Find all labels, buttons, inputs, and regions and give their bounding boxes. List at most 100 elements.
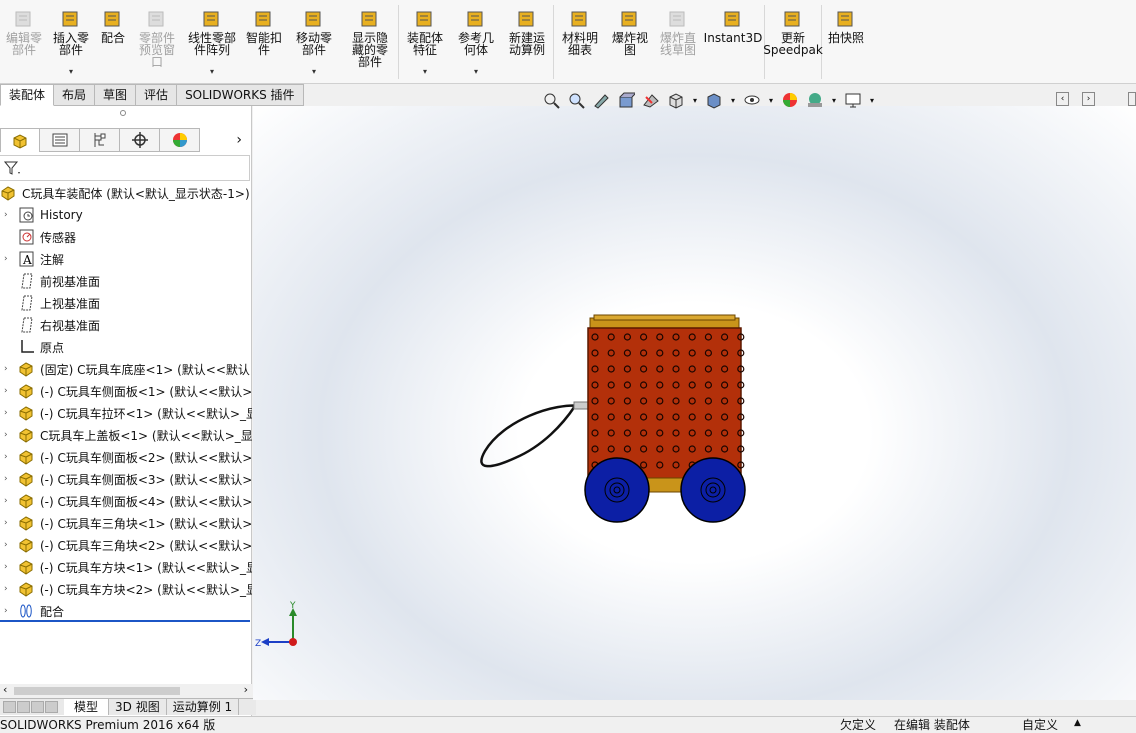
tree-root-assembly[interactable]: C玩具车装配体 (默认<默认_显示状态-1>) [0, 182, 252, 204]
previous-view-button[interactable] [590, 90, 612, 110]
property-manager-tab[interactable] [40, 128, 80, 152]
ribbon-dropdown-arrow[interactable]: ▾ [474, 67, 478, 76]
expand-arrow-icon[interactable]: › [4, 540, 14, 550]
scroll-thumb[interactable] [14, 687, 180, 695]
close-window-button[interactable] [1128, 92, 1136, 106]
scene-dropdown[interactable]: ▾ [829, 90, 839, 110]
expand-arrow-icon[interactable]: › [4, 452, 14, 462]
ribbon-button-2[interactable]: 插入零 部件 ▾ [48, 0, 94, 84]
view-settings-button[interactable] [842, 90, 864, 110]
ribbon-button-1[interactable]: 编辑零 部件 [0, 0, 48, 84]
edit-appearance-button[interactable] [779, 90, 801, 110]
ribbon-button-12[interactable]: 材料明 细表 [554, 0, 606, 84]
tree-item[interactable]: › 配合 [0, 600, 252, 622]
hide-show-items-button[interactable] [741, 90, 763, 110]
tree-item[interactable]: › A 注解 [0, 248, 252, 270]
ribbon-dropdown-arrow[interactable]: ▾ [423, 67, 427, 76]
tree-item[interactable]: 传感器 [0, 226, 252, 248]
view-orientation-dropdown[interactable]: ▾ [690, 90, 700, 110]
status-units[interactable]: 自定义 [1022, 717, 1058, 733]
bottom-tab-2[interactable]: 3D 视图 [109, 699, 167, 715]
ribbon-button-10[interactable]: 参考几 何体 ▾ [451, 0, 501, 84]
ribbon-button-9[interactable]: 装配体 特征 ▾ [399, 0, 451, 84]
mates-icon [18, 602, 36, 620]
tab-3[interactable]: 草图 [95, 84, 137, 106]
expand-arrow-icon[interactable]: › [4, 254, 14, 264]
ribbon-button-14[interactable]: 爆炸直 线草图 [654, 0, 702, 84]
ribbon-button-13[interactable]: 爆炸视 图 [606, 0, 654, 84]
bottom-tab-1[interactable]: 模型 [64, 699, 110, 715]
dimxpert-tab[interactable] [120, 128, 160, 152]
tree-item[interactable]: › (-) C玩具车三角块<2> (默认<<默认> [0, 534, 252, 556]
view-orientation-button[interactable] [665, 90, 687, 110]
tree-item[interactable]: › (-) C玩具车侧面板<3> (默认<<默认> [0, 468, 252, 490]
zoom-to-area-button[interactable] [565, 90, 587, 110]
expand-arrow-icon[interactable]: › [4, 386, 14, 396]
bottom-tab-3[interactable]: 运动算例 1 [167, 699, 240, 715]
ribbon-dropdown-arrow[interactable]: ▾ [312, 67, 316, 76]
ribbon-dropdown-arrow[interactable]: ▾ [69, 67, 73, 76]
tab-5[interactable]: SOLIDWORKS 插件 [177, 84, 304, 106]
feature-manager-tab[interactable] [0, 128, 40, 152]
configuration-manager-tab[interactable] [80, 128, 120, 152]
tree-item[interactable]: › (-) C玩具车侧面板<2> (默认<<默认> [0, 446, 252, 468]
tree-item[interactable]: › (-) C玩具车方块<2> (默认<<默认>_显 [0, 578, 252, 600]
ribbon-button-7[interactable]: 移动零 部件 ▾ [286, 0, 342, 84]
expand-arrow-icon[interactable]: › [4, 584, 14, 594]
monitor-icon [845, 93, 861, 108]
graphics-area[interactable]: Y Z [253, 106, 1136, 700]
expand-arrow-icon[interactable]: › [4, 408, 14, 418]
zoom-to-fit-button[interactable] [540, 90, 562, 110]
tab-4[interactable]: 评估 [136, 84, 178, 106]
panel-more-arrow[interactable]: › [200, 128, 246, 152]
expand-arrow-icon[interactable]: › [4, 210, 14, 220]
ribbon-button-8[interactable]: 显示隐 藏的零 部件 [342, 0, 398, 84]
tree-item[interactable]: › (-) C玩具车拉环<1> (默认<<默认>_显 [0, 402, 252, 424]
ribbon-button-6[interactable]: 智能扣 件 [242, 0, 286, 84]
tab-2[interactable]: 布局 [54, 84, 96, 106]
tree-item[interactable]: › C玩具车上盖板<1> (默认<<默认>_显 [0, 424, 252, 446]
ribbon-button-11[interactable]: 新建运 动算例 [501, 0, 553, 84]
restore-window-right-button[interactable]: › [1082, 92, 1095, 106]
tree-item[interactable]: › (固定) C玩具车底座<1> (默认<<默认 [0, 358, 252, 380]
filter-icon[interactable] [3, 160, 22, 179]
ribbon-button-15[interactable]: Instant3D [702, 0, 764, 84]
expand-arrow-icon[interactable]: › [4, 474, 14, 484]
restore-window-left-button[interactable]: ‹ [1056, 92, 1069, 106]
expand-arrow-icon[interactable]: › [4, 606, 14, 616]
ribbon-button-16[interactable]: 更新 Speedpak [763, 0, 823, 84]
expand-arrow-icon[interactable]: › [4, 518, 14, 528]
tree-item[interactable]: 原点 [0, 336, 252, 358]
tree-item[interactable]: › (-) C玩具车三角块<1> (默认<<默认> [0, 512, 252, 534]
tree-item[interactable]: 右视基准面 [0, 314, 252, 336]
ribbon-dropdown-arrow[interactable]: ▾ [210, 67, 214, 76]
tab-1[interactable]: 装配体 [0, 84, 55, 106]
tree-item[interactable]: 上视基准面 [0, 292, 252, 314]
display-style-dropdown[interactable]: ▾ [728, 90, 738, 110]
tree-item[interactable]: › History [0, 204, 252, 226]
ribbon-button-3[interactable]: 配合 [94, 0, 132, 84]
ribbon-button-5[interactable]: 线性零部 件阵列 ▾ [182, 0, 242, 84]
view-settings-dropdown[interactable]: ▾ [867, 90, 877, 110]
tab-nav-buttons[interactable] [0, 699, 64, 715]
expand-arrow-icon[interactable]: › [4, 364, 14, 374]
tree-item[interactable]: › (-) C玩具车侧面板<4> (默认<<默认> [0, 490, 252, 512]
display-manager-tab[interactable] [160, 128, 200, 152]
expand-arrow-icon[interactable]: › [4, 562, 14, 572]
panel-grip[interactable] [120, 110, 126, 116]
ribbon-button-4[interactable]: 零部件 预览窗 口 [132, 0, 182, 84]
display-style-button[interactable] [703, 90, 725, 110]
ribbon-button-label: 配合 [100, 31, 125, 45]
rollback-bar[interactable] [0, 620, 250, 622]
dynamic-annotation-button[interactable] [640, 90, 662, 110]
expand-arrow-icon[interactable]: › [4, 430, 14, 440]
hide-show-dropdown[interactable]: ▾ [766, 90, 776, 110]
tree-horizontal-scrollbar[interactable]: ‹ › [0, 683, 252, 698]
apply-scene-button[interactable] [804, 90, 826, 110]
tree-item[interactable]: 前视基准面 [0, 270, 252, 292]
tree-item[interactable]: › (-) C玩具车方块<1> (默认<<默认>_显 [0, 556, 252, 578]
section-view-button[interactable] [615, 90, 637, 110]
tree-item[interactable]: › (-) C玩具车侧面板<1> (默认<<默认> [0, 380, 252, 402]
ribbon-button-17[interactable]: 拍快照 [822, 0, 870, 84]
expand-arrow-icon[interactable]: › [4, 496, 14, 506]
